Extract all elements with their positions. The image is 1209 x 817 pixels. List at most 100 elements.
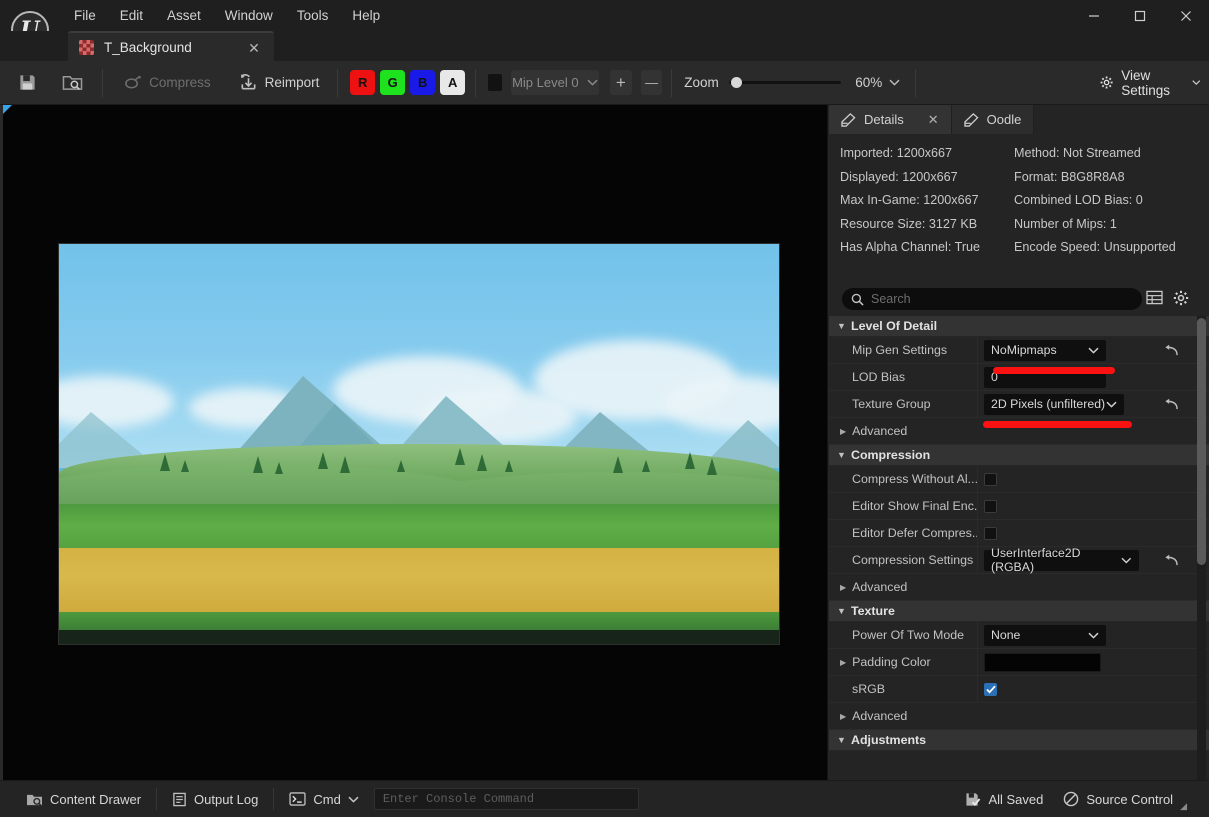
source-control-label: Source Control [1086, 791, 1174, 807]
advanced-row-texture[interactable]: ▶ Advanced [829, 703, 1209, 730]
compress-button[interactable]: Compress [115, 68, 219, 98]
viewport-corner-marker-icon [3, 105, 12, 114]
content-drawer-label: Content Drawer [50, 791, 142, 807]
section-label: Compression [851, 448, 931, 462]
channel-button-r[interactable]: R [350, 70, 376, 95]
reimport-button[interactable]: Reimport [231, 68, 328, 98]
status-bar: Content Drawer Output Log Cmd Enter Cons… [0, 780, 1209, 817]
padding-color-swatch[interactable] [984, 652, 1101, 672]
panel-tab-details[interactable]: Details ✕ [829, 105, 952, 134]
section-header-texture[interactable]: ▼ Texture [829, 601, 1209, 622]
detail-combined-lod-bias: Combined LOD Bias: 0 [1014, 193, 1143, 207]
chevron-right-icon[interactable]: ▶ [840, 658, 846, 667]
compress-without-alpha-checkbox[interactable] [984, 472, 997, 486]
editor-show-final-encode-checkbox[interactable] [984, 499, 997, 513]
maximize-button[interactable] [1117, 0, 1163, 31]
menu-asset[interactable]: Asset [155, 3, 213, 28]
detail-has-alpha: Has Alpha Channel: True [840, 240, 981, 254]
view-settings-button[interactable]: View Settings [1092, 68, 1209, 98]
mip-level-dropdown[interactable]: Mip Level 0 [510, 70, 600, 95]
zoom-slider[interactable] [728, 73, 842, 93]
srgb-checkbox[interactable] [984, 682, 997, 696]
browse-content-button[interactable] [54, 68, 91, 98]
texture-viewport[interactable] [0, 105, 828, 780]
toolbar-separator-2 [337, 68, 339, 97]
details-left-column: Imported: 1200x667 Displayed: 1200x667 M… [840, 142, 980, 260]
section-header-compression[interactable]: ▼ Compression [829, 445, 1209, 466]
property-row-mip-gen-settings[interactable]: Mip Gen Settings NoMipmaps [829, 337, 1209, 364]
advanced-row-compression[interactable]: ▶ Advanced [829, 574, 1209, 601]
close-button[interactable] [1163, 0, 1209, 31]
properties-scrollbar-thumb[interactable] [1197, 318, 1206, 565]
menu-help[interactable]: Help [340, 3, 392, 28]
console-command-input[interactable] [382, 792, 638, 806]
section-header-adjustments[interactable]: ▼ Adjustments [829, 730, 1209, 751]
chevron-down-icon: ▼ [837, 606, 846, 616]
save-button[interactable] [10, 68, 45, 98]
property-row-compress-without-alpha[interactable]: Compress Without Al... [829, 466, 1209, 493]
channel-button-a[interactable]: A [440, 70, 466, 95]
menu-window[interactable]: Window [213, 3, 285, 28]
zoom-slider-thumb[interactable] [730, 77, 742, 88]
search-box[interactable] [842, 288, 1142, 310]
panel-tab-oodle[interactable]: Oodle [951, 105, 1035, 134]
chevron-right-icon: ▶ [840, 711, 847, 721]
channel-button-b[interactable]: B [410, 70, 436, 95]
reset-to-default-icon[interactable] [1164, 554, 1179, 567]
property-row-compression-settings[interactable]: Compression Settings UserInterface2D (RG… [829, 546, 1209, 574]
property-row-power-of-two-mode[interactable]: Power Of Two Mode None [829, 622, 1209, 649]
chevron-down-icon [587, 79, 598, 86]
cmd-label: Cmd [313, 791, 341, 807]
toolbar-separator-4 [671, 68, 673, 97]
browse-content-icon [63, 76, 83, 91]
dropdown-value: 2D Pixels (unfiltered) [991, 397, 1106, 411]
source-control-button[interactable]: Source Control ◢ [1053, 787, 1197, 812]
texture-group-dropdown[interactable]: 2D Pixels (unfiltered) [984, 393, 1124, 415]
tab-close-icon[interactable]: ✕ [246, 40, 262, 56]
menu-tools[interactable]: Tools [285, 3, 341, 28]
all-saved-button[interactable]: All Saved [955, 787, 1053, 812]
property-row-padding-color[interactable]: ▶ Padding Color [829, 649, 1209, 676]
minimize-button[interactable] [1071, 0, 1117, 31]
power-of-two-mode-dropdown[interactable]: None [984, 624, 1106, 646]
compression-settings-dropdown[interactable]: UserInterface2D (RGBA) [984, 546, 1139, 574]
chevron-down-icon [1192, 80, 1201, 85]
output-log-button[interactable]: Output Log [162, 787, 268, 812]
property-row-srgb[interactable]: sRGB [829, 676, 1209, 703]
grid-view-icon[interactable] [1146, 290, 1164, 308]
toolbar-separator-3 [475, 68, 476, 97]
chevron-down-icon [1121, 557, 1132, 564]
mip-decrease-button[interactable]: — [640, 70, 663, 95]
chevron-down-icon [1106, 401, 1117, 408]
detail-method: Method: Not Streamed [1014, 146, 1141, 160]
zoom-label: Zoom [684, 75, 719, 90]
menu-edit[interactable]: Edit [108, 3, 155, 28]
content-drawer-button[interactable]: Content Drawer [16, 787, 151, 812]
channel-button-g[interactable]: G [380, 70, 406, 95]
status-separator-1 [156, 788, 158, 810]
console-command-box[interactable] [373, 788, 639, 810]
editor-defer-compression-checkbox[interactable] [984, 526, 997, 540]
property-row-editor-show-final-encode[interactable]: Editor Show Final Enc... [829, 493, 1209, 520]
panel-tab-close-icon[interactable]: ✕ [928, 112, 939, 128]
property-row-editor-defer-compression[interactable]: Editor Defer Compres... [829, 520, 1209, 547]
mip-increase-button[interactable]: + [610, 70, 632, 95]
zoom-value-dropdown[interactable]: 60% [855, 75, 900, 90]
oodle-icon [963, 112, 979, 127]
mip-color-swatch[interactable] [487, 74, 502, 91]
section-header-level-of-detail[interactable]: ▼ Level Of Detail [829, 316, 1209, 337]
mip-gen-settings-dropdown[interactable]: NoMipmaps [984, 339, 1106, 361]
cmd-dropdown-button[interactable]: Cmd [279, 787, 368, 812]
panel-settings-gear-icon[interactable] [1173, 290, 1191, 308]
menu-file[interactable]: File [62, 3, 108, 28]
reset-to-default-icon[interactable] [1164, 344, 1179, 357]
properties-list[interactable]: ▼ Level Of Detail Mip Gen Settings NoMip… [829, 316, 1209, 780]
zoom-value: 60% [855, 75, 883, 90]
reimport-label: Reimport [264, 75, 320, 90]
dropdown-value: None [991, 628, 1021, 642]
search-input[interactable] [871, 292, 1121, 306]
asset-tab-t-background[interactable]: T_Background ✕ [68, 31, 274, 61]
reset-to-default-icon[interactable] [1164, 398, 1179, 411]
console-prompt-icon [289, 792, 306, 806]
property-row-texture-group[interactable]: Texture Group 2D Pixels (unfiltered) [829, 391, 1209, 418]
